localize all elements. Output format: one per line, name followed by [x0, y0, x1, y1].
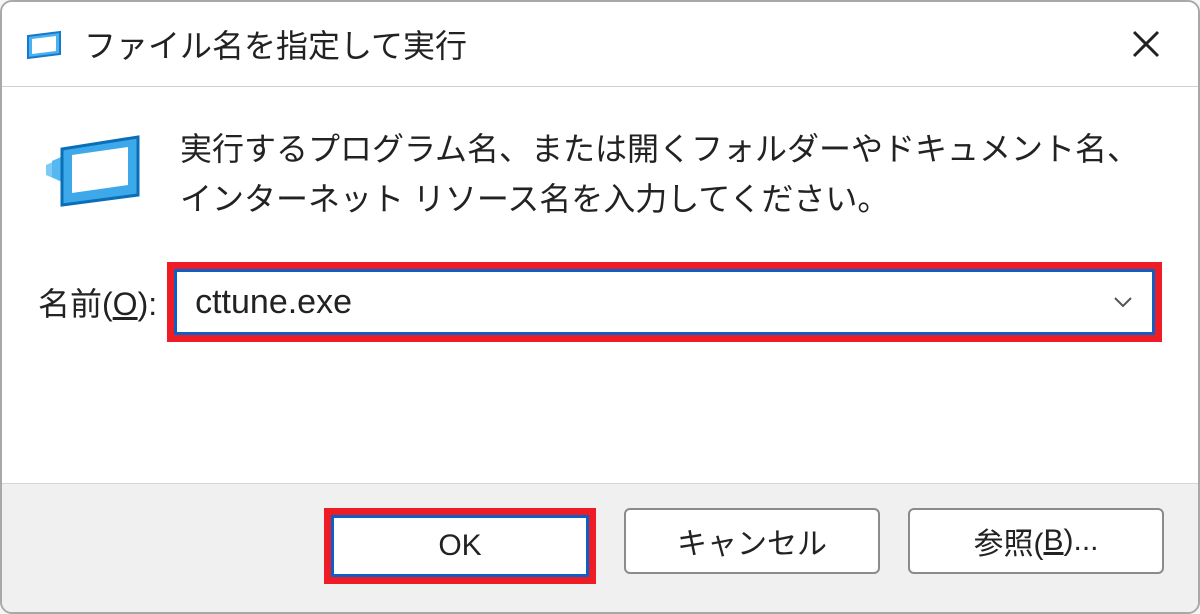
close-button[interactable]: [1118, 16, 1174, 72]
input-label: 名前(O):: [38, 279, 157, 325]
browse-label-prefix: 参照(: [973, 519, 1043, 563]
dialog-title: ファイル名を指定して実行: [84, 21, 1118, 67]
run-dialog-icon: [26, 28, 66, 60]
cancel-button-slot: キャンセル: [624, 508, 880, 584]
browse-button[interactable]: 参照(B)...: [908, 508, 1164, 574]
content-area: 実行するプログラム名、または開くフォルダーやドキュメント名、インターネット リソ…: [2, 87, 1198, 354]
browse-button-slot: 参照(B)...: [908, 508, 1164, 584]
browse-label-accel: B: [1043, 524, 1063, 558]
instruction-text: 実行するプログラム名、または開くフォルダーやドキュメント名、インターネット リソ…: [180, 123, 1162, 224]
command-input[interactable]: [177, 277, 1094, 328]
close-icon: [1130, 28, 1162, 60]
command-combo-highlight: [167, 262, 1162, 342]
button-bar: OK キャンセル 参照(B)...: [2, 483, 1198, 612]
input-row: 名前(O):: [38, 262, 1162, 342]
ok-button[interactable]: OK: [331, 515, 589, 577]
ok-button-label: OK: [438, 529, 481, 563]
input-label-suffix: ):: [138, 286, 158, 322]
cancel-button[interactable]: キャンセル: [624, 508, 880, 574]
browse-label-suffix: )...: [1064, 524, 1099, 558]
input-label-prefix: 名前(: [38, 286, 113, 322]
chevron-down-icon: [1111, 290, 1135, 314]
command-combo[interactable]: [174, 269, 1155, 335]
cancel-button-label: キャンセル: [677, 519, 827, 563]
combo-dropdown-button[interactable]: [1094, 290, 1152, 314]
ok-button-highlight: OK: [324, 508, 596, 584]
run-dialog: ファイル名を指定して実行 実行するプログラム名、または開くフォルダーやドキュメン…: [0, 0, 1200, 614]
input-label-accel: O: [113, 286, 138, 322]
titlebar: ファイル名を指定して実行: [2, 2, 1198, 87]
instruction-row: 実行するプログラム名、または開くフォルダーやドキュメント名、インターネット リソ…: [38, 123, 1162, 224]
run-large-icon: [46, 123, 146, 211]
